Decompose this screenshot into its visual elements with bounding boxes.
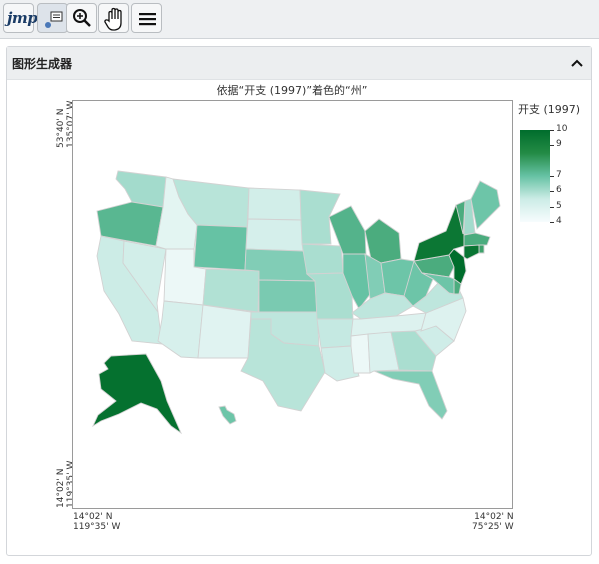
legend-tick-label: 9 (556, 139, 562, 150)
state-me[interactable] (470, 180, 501, 230)
legend-tick-mark (550, 222, 554, 223)
legend-tick-mark (550, 145, 554, 146)
state-wy[interactable] (193, 224, 248, 271)
state-mi[interactable] (364, 218, 402, 264)
legend-color-scale (520, 130, 550, 222)
jmp-logo-icon: jmp (7, 9, 38, 27)
state-ma[interactable] (463, 232, 491, 247)
legend-tick-mark (550, 207, 554, 208)
state-fl[interactable] (373, 370, 448, 420)
menu-button[interactable] (131, 3, 162, 33)
selection-tool-button[interactable] (37, 3, 68, 33)
state-ia[interactable] (301, 243, 344, 275)
toolbar: jmp (0, 0, 599, 39)
magnifier-plus-icon (73, 9, 91, 27)
legend-tick-label: 7 (556, 170, 562, 180)
jmp-logo-button[interactable]: jmp (3, 3, 38, 33)
legend-tick-mark (550, 191, 554, 192)
chevron-up-icon[interactable] (569, 55, 585, 71)
state-hi[interactable] (218, 405, 237, 425)
state-co[interactable] (202, 268, 260, 313)
state-ct[interactable] (463, 244, 480, 260)
hand-tool-button[interactable] (98, 3, 129, 33)
state-wa[interactable] (115, 170, 167, 208)
state-sd[interactable] (245, 218, 304, 252)
map-plot-area[interactable] (72, 100, 513, 509)
hand-icon (104, 7, 122, 31)
us-states-map[interactable] (73, 101, 512, 508)
selection-icon (45, 11, 63, 28)
state-nd[interactable] (247, 187, 302, 221)
x-tick-label-left: 14°02' N 119°35' W (73, 512, 121, 532)
state-ks[interactable] (258, 279, 318, 313)
legend-tick-label: 6 (556, 185, 562, 196)
legend-tick-label: 5 (556, 200, 562, 211)
state-nm[interactable] (197, 304, 252, 359)
legend-tick-label: 10 (556, 124, 568, 134)
state-ri[interactable] (478, 244, 485, 254)
panel-title: 图形生成器 (12, 57, 73, 71)
legend-tick-mark (550, 176, 554, 177)
state-ak[interactable] (91, 353, 183, 435)
state-ar[interactable] (316, 318, 354, 349)
legend-tick-mark (550, 130, 554, 131)
state-ms[interactable] (350, 333, 371, 374)
chart-title: 依据“开支 (1997)”着色的“州” (216, 84, 368, 97)
state-az[interactable] (157, 300, 204, 359)
legend-tick-label: 4 (556, 216, 562, 226)
zoom-tool-button[interactable] (66, 3, 97, 33)
panel-header[interactable]: 图形生成器 (7, 47, 591, 80)
hamburger-menu-icon (139, 13, 156, 26)
x-tick-label-right: 14°02' N 75°25' W (472, 512, 514, 532)
legend-gradient-bar (520, 130, 550, 222)
legend-title: 开支 (1997) (518, 103, 581, 116)
